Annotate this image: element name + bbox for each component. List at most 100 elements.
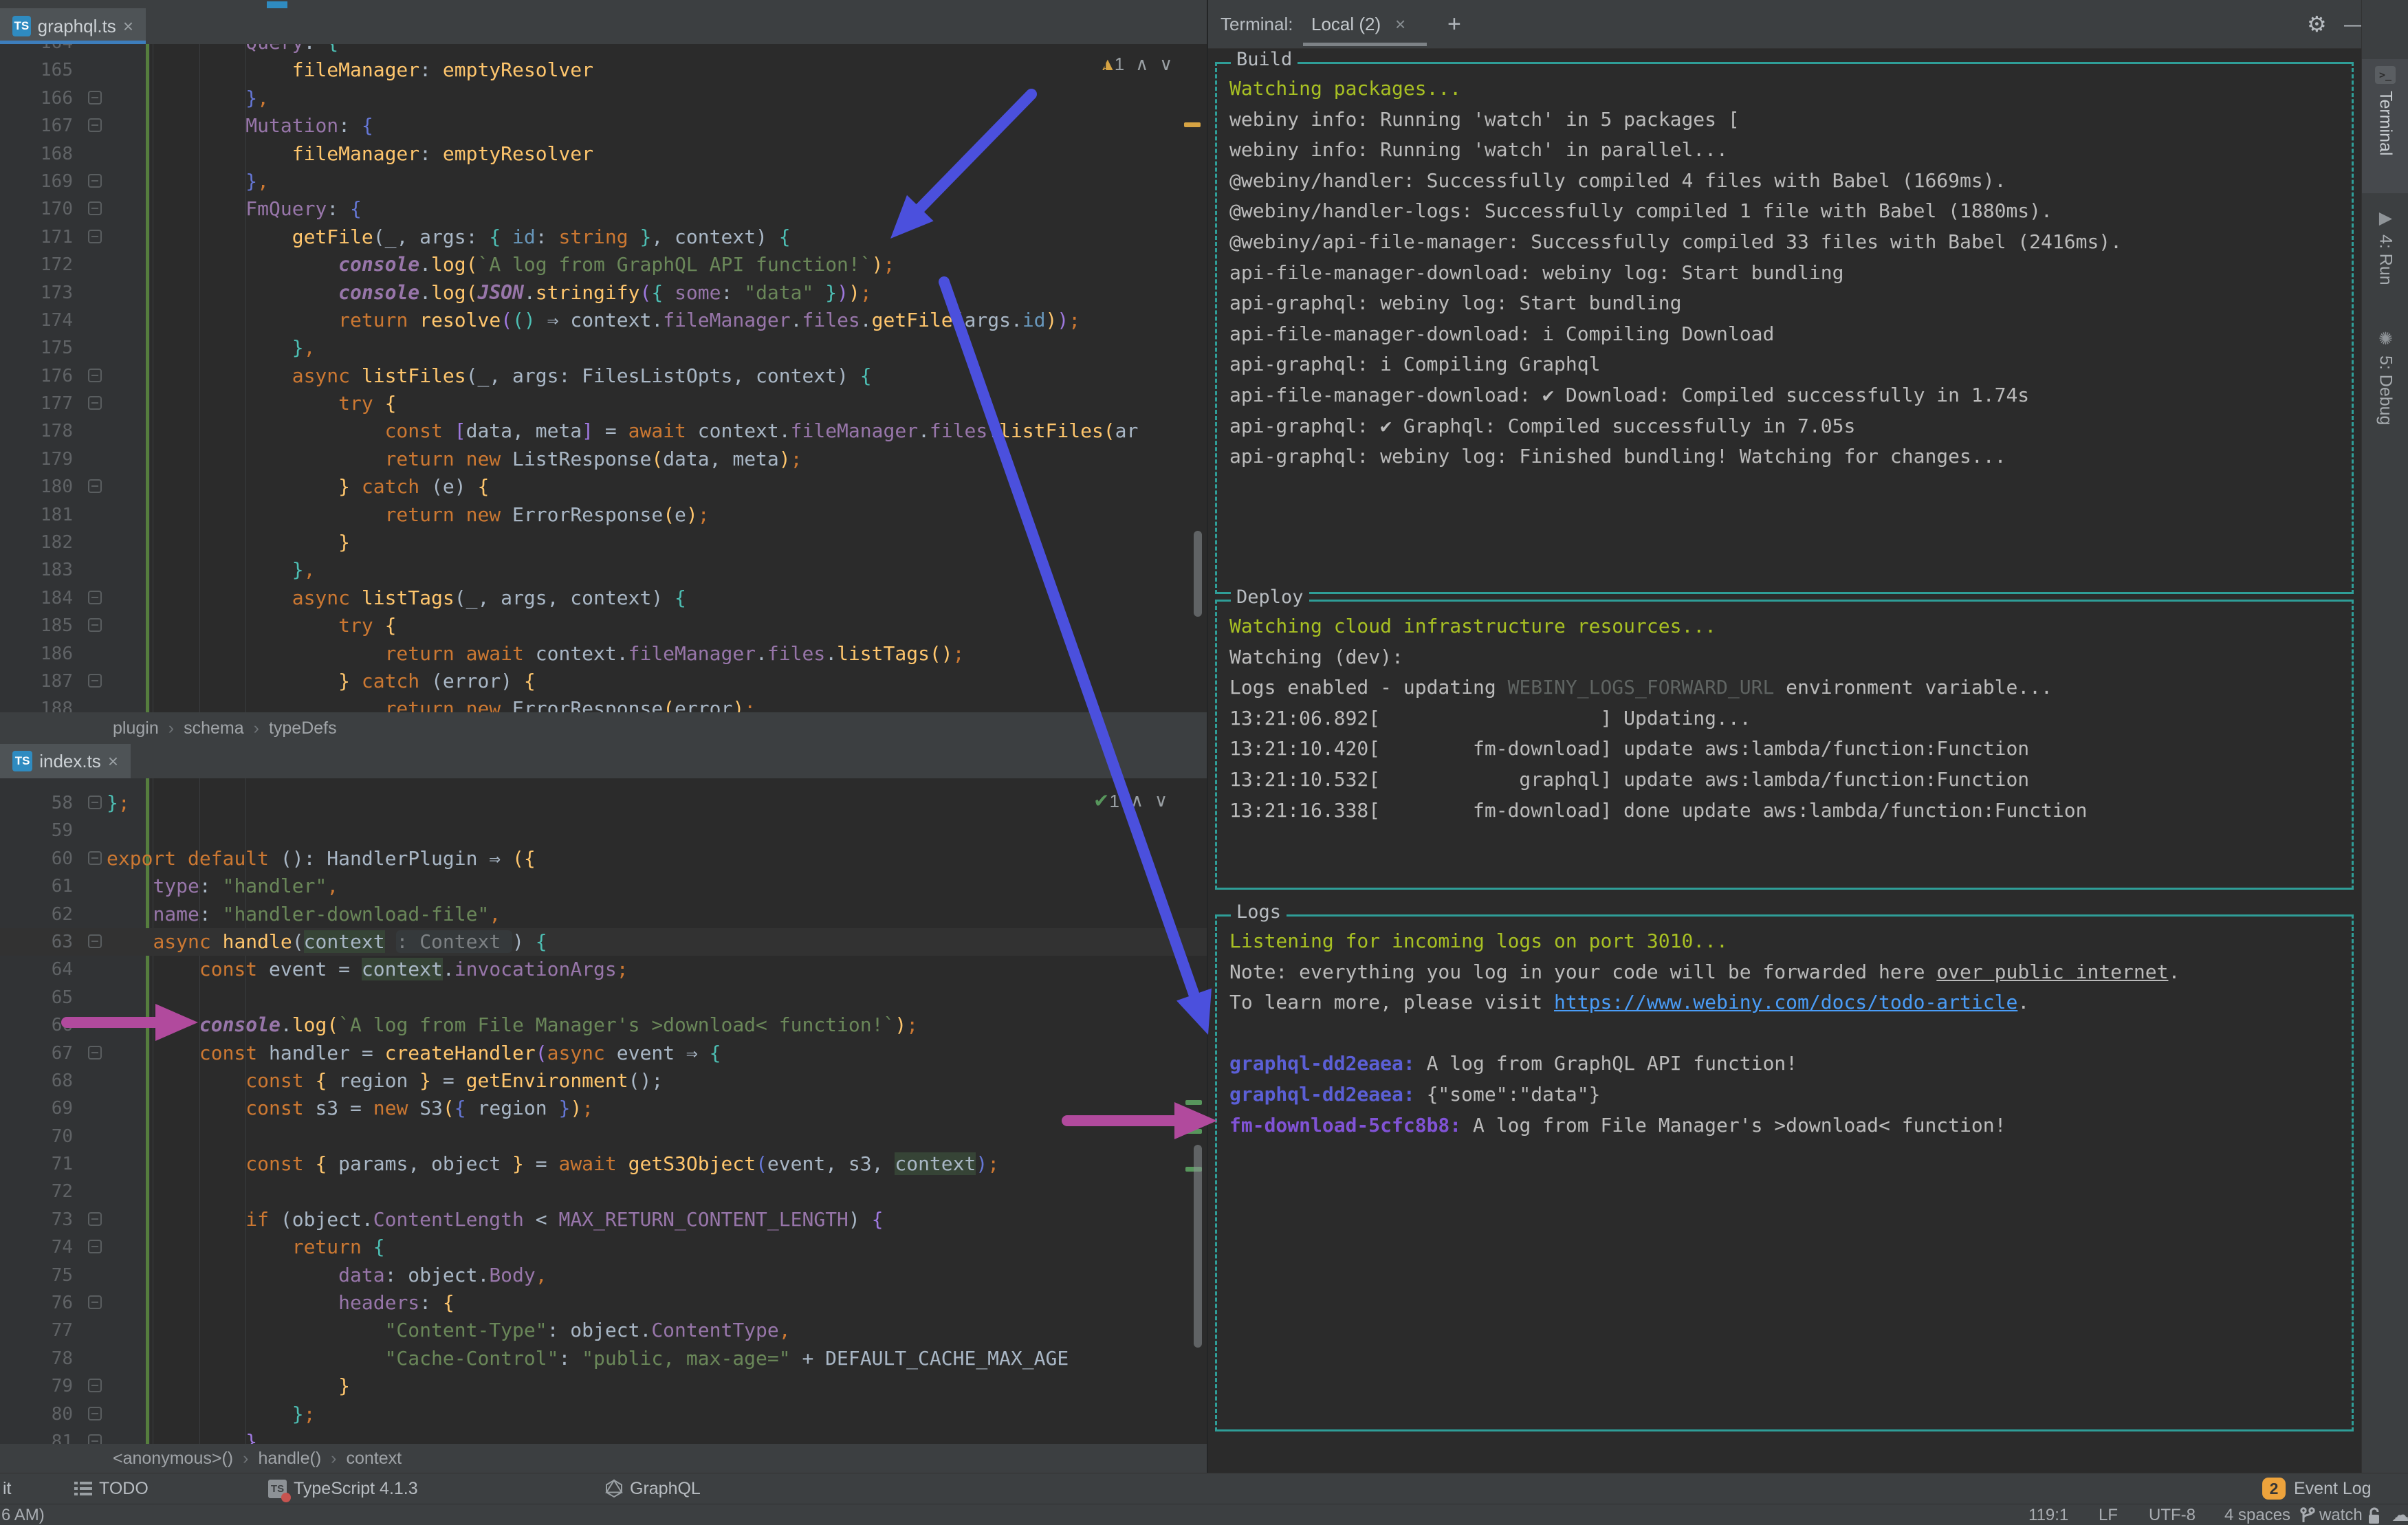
prev-issue-icon[interactable]: ∧ (1135, 54, 1148, 75)
terminal-header: Terminal: Local (2) × + ⚙ — (1208, 0, 2363, 49)
tab-label: index.ts (39, 750, 101, 771)
code-line: 179 return new ListResponse(data, meta); (41, 447, 802, 470)
fold-marker-icon[interactable] (88, 1211, 102, 1226)
fold-marker-icon[interactable] (88, 796, 102, 809)
code-lines: 164 Query: {165 fileManager: emptyResolv… (0, 44, 1207, 712)
tool-button-run[interactable]: ▶ 4: Run (2362, 201, 2408, 304)
next-issue-icon[interactable]: ∨ (1159, 54, 1172, 75)
fold-marker-icon[interactable] (88, 368, 102, 382)
fold-marker-icon[interactable] (88, 1240, 102, 1254)
code-line: 78 "Cache-Control": "public, max-age=" +… (51, 1346, 1069, 1370)
fold-marker-icon[interactable] (88, 851, 102, 865)
terminal-line: api-file-manager-download: ✔ Download: C… (1229, 384, 2030, 406)
breadcrumb-item[interactable]: handle() (258, 1449, 321, 1469)
breadcrumb-graphql: plugin › schema › typeDefs (0, 712, 1310, 745)
tool-button-todo[interactable]: TODO (74, 1473, 149, 1504)
terminal-icon: >_ (2375, 66, 2396, 84)
editor-graphql[interactable]: 164 Query: {165 fileManager: emptyResolv… (0, 44, 1207, 712)
terminal-minimize-icon[interactable]: — (2344, 0, 2362, 48)
terminal-tab-local[interactable]: Local (2) (1311, 0, 1381, 48)
scrollbar[interactable] (1194, 1145, 1202, 1348)
code-line: 181 return new ErrorResponse(e); (41, 503, 710, 526)
tool-button-terminal[interactable]: >_ Terminal (2362, 59, 2408, 193)
terminal-line: 13:21:10.532[ graphql] update aws:lambda… (1229, 768, 2030, 791)
terminal-line: Watching cloud infrastructure resources.… (1229, 615, 1717, 637)
indent-style[interactable]: 4 spaces (2224, 1504, 2290, 1525)
breadcrumb-item[interactable]: schema (184, 718, 244, 738)
line-ending[interactable]: LF (2099, 1504, 2118, 1525)
terminal-line: graphql-dd2eaea: A log from GraphQL API … (1229, 1052, 1798, 1075)
scrollbar-warning-mark (1184, 122, 1201, 127)
terminal-settings-icon[interactable]: ⚙ (2307, 0, 2327, 48)
git-branch[interactable]: watch (2300, 1504, 2363, 1525)
typescript-file-icon: TS (12, 16, 31, 36)
breadcrumb-item[interactable]: plugin (113, 718, 159, 738)
fold-marker-icon[interactable] (88, 1379, 102, 1393)
breadcrumb-item[interactable]: <anonymous>() (113, 1449, 233, 1469)
cloud-sync-icon[interactable]: ☁ (2391, 1504, 2408, 1525)
terminal-panel: Terminal: Local (2) × + ⚙ — Build Watchi… (1207, 0, 2363, 1473)
scrollbar[interactable] (1194, 531, 1202, 617)
logs-box: Logs Listening for incoming logs on port… (1215, 901, 2354, 1431)
fold-marker-icon[interactable] (88, 1406, 102, 1420)
fold-marker-icon[interactable] (88, 396, 102, 410)
fold-marker-icon[interactable] (88, 118, 102, 133)
code-line: 60 export default (): HandlerPlugin ⇒ ({ (51, 846, 536, 870)
code-line: 61 type: "handler", (51, 875, 339, 898)
fold-marker-icon[interactable] (88, 1045, 102, 1060)
new-terminal-icon[interactable]: + (1447, 0, 1461, 48)
fold-marker-icon[interactable] (88, 1295, 102, 1310)
terminal-line: 13:21:06.892[ ] Updating... (1229, 706, 1751, 729)
code-line: 171 getFile(_, args: { id: string }, con… (41, 225, 791, 248)
terminal-title: Terminal: (1221, 14, 1293, 34)
terminal-tab-close-icon[interactable]: × (1395, 0, 1405, 48)
close-icon[interactable]: × (108, 751, 118, 772)
editor-index[interactable]: 58}; 59 60 export default (): HandlerPlugin… (0, 778, 1207, 1444)
file-encoding[interactable]: UTF-8 (2149, 1504, 2196, 1525)
code-line: 77 "Content-Type": object.ContentType, (51, 1319, 791, 1342)
inspection-widget[interactable]: ✔1 ∧ ∨ (1093, 789, 1168, 812)
terminal-line: api-graphql: ✔ Graphql: Compiled success… (1229, 414, 1856, 437)
prev-issue-icon[interactable]: ∧ (1130, 790, 1143, 811)
fold-marker-icon[interactable] (88, 618, 102, 633)
fold-marker-icon[interactable] (88, 1434, 102, 1444)
fold-marker-icon[interactable] (88, 90, 102, 105)
fold-marker-icon[interactable] (88, 229, 102, 243)
fold-marker-icon[interactable] (88, 934, 102, 948)
terminal-line: fm-download-5cfc8b8: A log from File Man… (1229, 1113, 2006, 1137)
code-line: 183 }, (41, 558, 316, 582)
caret-position[interactable]: 119:1 (2028, 1504, 2068, 1525)
fold-marker-icon[interactable] (88, 173, 102, 188)
bottom-tool-bar: it TODO TS TypeScript 4.1.3 GraphQL 2 Ev… (0, 1473, 2408, 1504)
tool-button-typescript[interactable]: TS TypeScript 4.1.3 (268, 1473, 418, 1504)
code-line: 187 } catch (error) { (41, 669, 536, 692)
code-line: 182 } (41, 531, 351, 554)
unlock-icon[interactable] (2367, 1504, 2382, 1525)
tab-index-ts[interactable]: TS index.ts × (0, 744, 131, 778)
tool-button-debug[interactable]: ✺ 5: Debug (2362, 322, 2408, 459)
tool-button-graphql[interactable]: GraphQL (605, 1473, 701, 1504)
inspection-widget[interactable]: ▲! 1 ∧ ∨ (1099, 54, 1172, 75)
event-log-button[interactable]: 2 Event Log (2262, 1473, 2372, 1504)
code-line: 80 }; (51, 1402, 316, 1425)
code-line: 65 (51, 987, 73, 1008)
fold-marker-icon[interactable] (88, 673, 102, 688)
fold-marker-icon[interactable] (88, 201, 102, 216)
tool-window-stripe: >_ Terminal ▶ 4: Run ✺ 5: Debug (2361, 0, 2408, 1473)
code-line: 67 const handler = createHandler(async e… (51, 1041, 721, 1064)
branch-icon (2300, 1506, 2315, 1522)
terminal-line: api-file-manager-download: i Compiling D… (1229, 322, 1775, 345)
breadcrumb-item[interactable]: context (347, 1449, 402, 1469)
terminal-line: webiny info: Running 'watch' in 5 packag… (1229, 107, 1740, 131)
status-bar: 6 AM) 119:1 LF UTF-8 4 spaces watch ☁ (0, 1504, 2408, 1525)
terminal-line: graphql-dd2eaea: {"some":"data"} (1229, 1083, 1601, 1106)
tab-graphql-ts[interactable]: TS graphql.ts × (0, 8, 146, 45)
fold-marker-icon[interactable] (88, 479, 102, 494)
code-lines: 58}; 59 60 export default (): HandlerPlugin… (0, 789, 1207, 1444)
breadcrumb-item[interactable]: typeDefs (269, 718, 337, 738)
tool-button-git-clipped[interactable]: it (3, 1473, 12, 1504)
code-line: 63 async handle(context : Context ) { (0, 928, 1207, 956)
fold-marker-icon[interactable] (88, 590, 102, 604)
next-issue-icon[interactable]: ∨ (1154, 790, 1168, 811)
close-icon[interactable]: × (123, 16, 133, 37)
